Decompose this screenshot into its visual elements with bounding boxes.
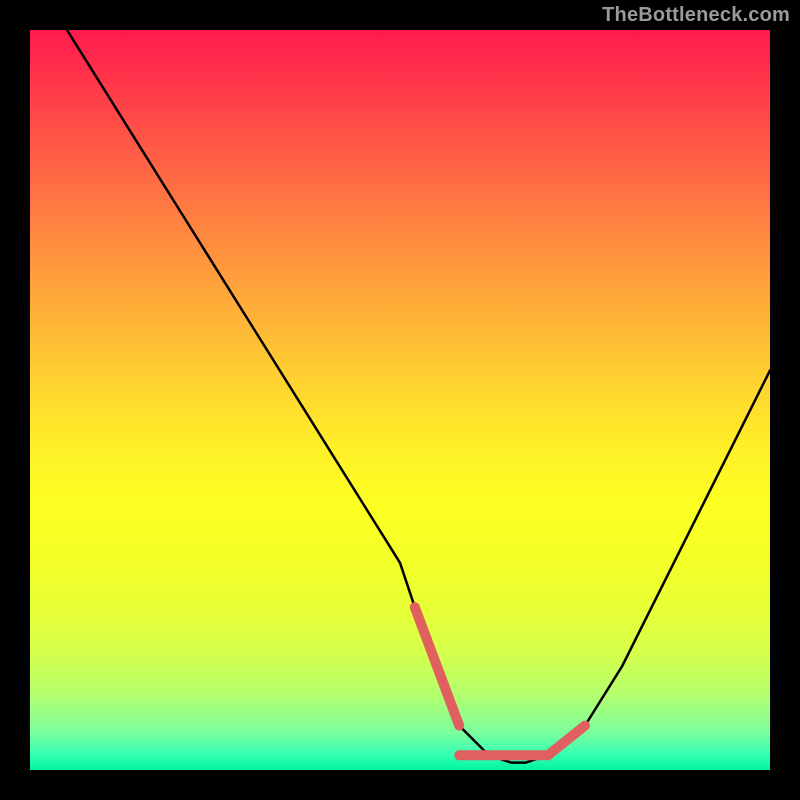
chart-frame: TheBottleneck.com	[0, 0, 800, 800]
bottleneck-curve	[30, 30, 770, 770]
plot-area	[30, 30, 770, 770]
watermark-text: TheBottleneck.com	[602, 4, 790, 27]
curve-path	[67, 30, 770, 763]
highlight-segment	[548, 726, 585, 756]
highlight-group	[415, 607, 585, 755]
highlight-segment	[415, 607, 459, 725]
